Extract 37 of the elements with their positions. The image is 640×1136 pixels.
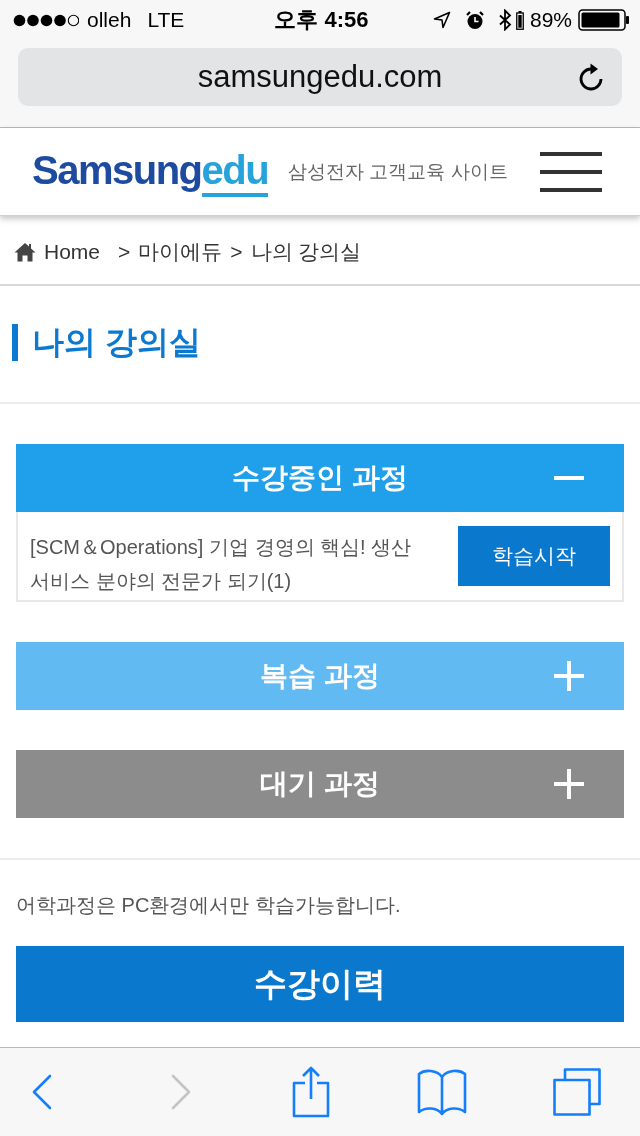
status-time: 오후 4:56 (274, 6, 369, 34)
breadcrumb-link[interactable]: 나의 강의실 (250, 238, 362, 266)
network-type: LTE (147, 8, 185, 32)
reload-icon (578, 62, 604, 92)
address-field[interactable]: samsungedu.com (18, 48, 622, 106)
tabs-button[interactable] (553, 1068, 601, 1116)
bookmarks-button[interactable] (417, 1068, 467, 1116)
open-book-icon (417, 1068, 467, 1116)
home-icon (14, 242, 36, 262)
breadcrumb-link[interactable]: 마이에듀 (138, 238, 223, 266)
back-chevron-icon (32, 1074, 52, 1110)
signal-strength-icon (13, 13, 79, 27)
back-button[interactable] (32, 1074, 52, 1110)
share-icon (292, 1066, 330, 1118)
breadcrumb-separator: > (118, 240, 131, 264)
tabs-icon (553, 1068, 601, 1116)
reload-button[interactable] (578, 62, 604, 92)
location-arrow-icon (432, 11, 451, 29)
notice-text: 어학과정은 PC환경에서만 학습가능합니다. (16, 893, 402, 917)
bluetooth-icon (498, 9, 512, 31)
battery-icon (578, 9, 630, 31)
start-learning-button[interactable]: 학습시작 (458, 526, 610, 586)
menu-icon (540, 151, 602, 192)
page-title: 나의 강의실 (12, 323, 201, 361)
site-tagline: 삼성전자 고객교육 사이트 (288, 159, 509, 184)
breadcrumb-link[interactable]: Home (44, 240, 101, 264)
breadcrumb-separator: > (230, 240, 243, 264)
small-battery-icon (515, 10, 524, 30)
share-button[interactable] (292, 1066, 330, 1118)
carrier-name: olleh (87, 8, 132, 32)
course-history-button[interactable]: 수강이력 (16, 946, 624, 1022)
logo[interactable]: Samsungedu (32, 149, 269, 194)
menu-button[interactable] (540, 151, 602, 192)
alarm-clock-icon (464, 10, 485, 30)
course-title: [SCM＆Operations] 기업 경영의 핵심! 생산 서비스 분야의 전문가 되기(1) (30, 535, 413, 594)
battery-percent: 89% (529, 8, 572, 32)
forward-chevron-icon (171, 1074, 191, 1110)
